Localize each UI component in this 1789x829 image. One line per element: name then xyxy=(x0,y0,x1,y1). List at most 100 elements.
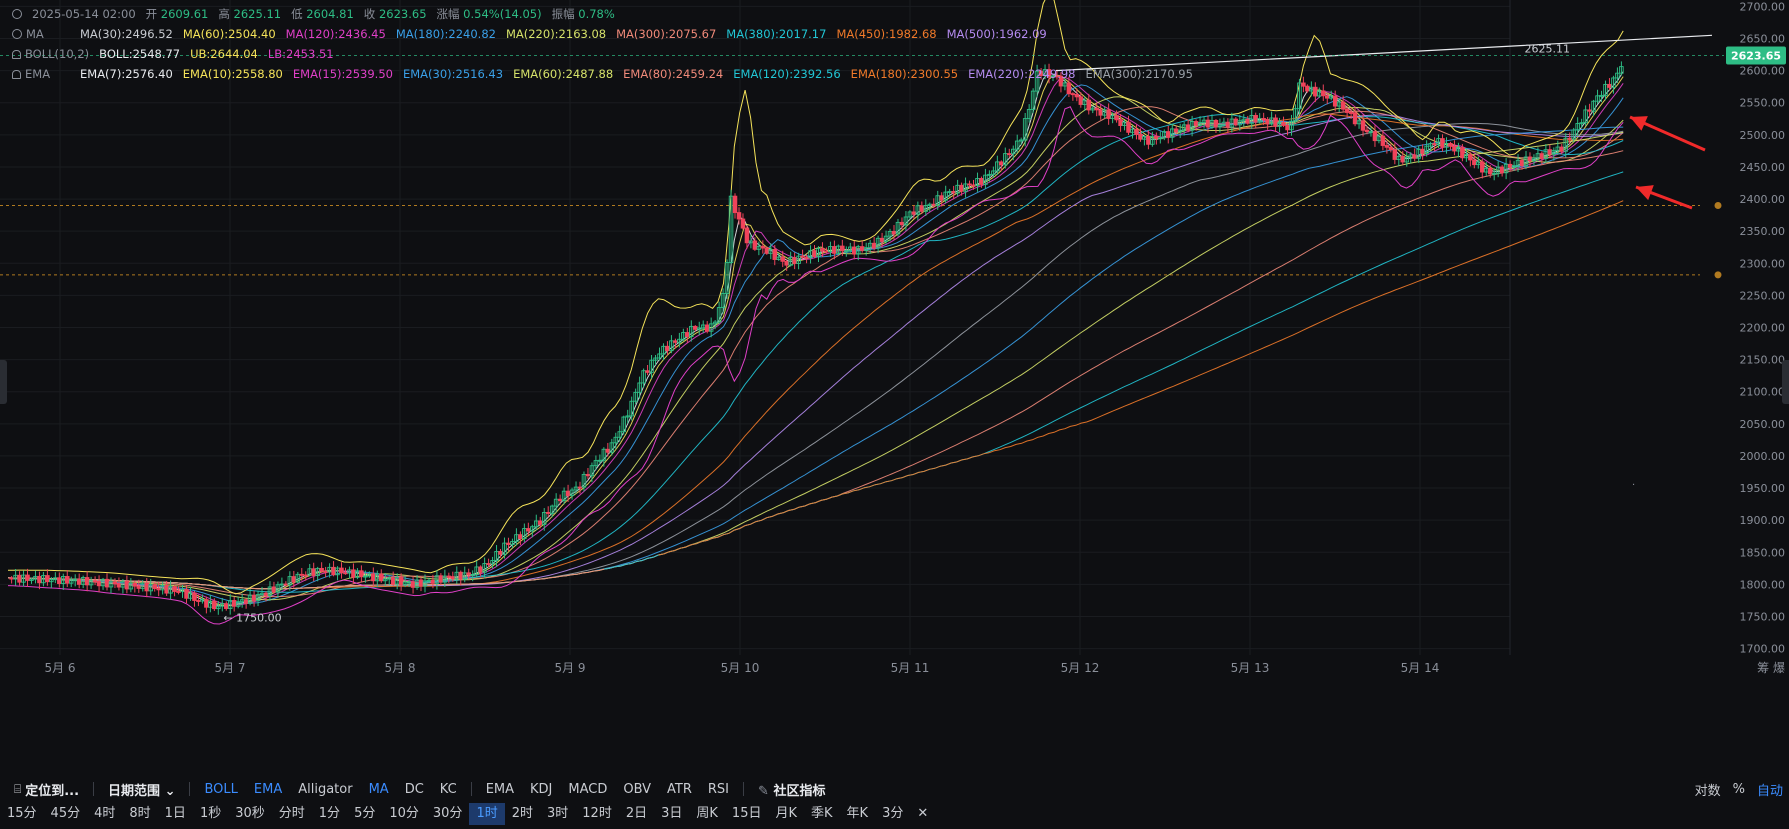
chart-area[interactable]: 1700.00 1750.00 1800.00 1850.00 1900.00 1950.… xyxy=(0,0,1789,825)
candle-body xyxy=(999,161,1004,166)
left-scroll-handle[interactable] xyxy=(0,360,7,404)
indicator-ema[interactable]: EMA xyxy=(246,782,290,797)
candle-body xyxy=(577,486,583,489)
community-indicators-button[interactable]: ✎ 社区指标 xyxy=(750,780,833,799)
candle-body xyxy=(764,247,770,254)
price-level-marker xyxy=(1714,201,1722,209)
candle-body xyxy=(740,218,746,229)
timeframe-23[interactable]: 3分 xyxy=(875,803,910,825)
indicator-line xyxy=(7,150,1624,590)
candle-body xyxy=(780,256,785,262)
timeframe-10[interactable]: 10分 xyxy=(382,803,426,825)
timeframe-20[interactable]: 月K xyxy=(768,803,804,825)
timeframe-2[interactable]: 4时 xyxy=(87,803,122,825)
y-tick-label: 2100.00 xyxy=(1740,386,1786,399)
timeframe-11[interactable]: 30分 xyxy=(426,803,470,825)
timeframe-7[interactable]: 分时 xyxy=(272,803,312,825)
timeframe-12[interactable]: 1时 xyxy=(469,803,505,825)
timeframe-18[interactable]: 周K xyxy=(689,803,725,825)
timeframe-16[interactable]: 2日 xyxy=(619,803,654,825)
close-icon[interactable]: ✕ xyxy=(910,803,935,825)
indicator-alligator[interactable]: Alligator xyxy=(290,782,360,797)
auto-scale-toggle[interactable]: 自动 xyxy=(1757,780,1783,799)
price-chart[interactable]: 1700.00 1750.00 1800.00 1850.00 1900.00 1950.… xyxy=(0,0,1789,825)
candle-body xyxy=(538,520,543,525)
timeframe-14[interactable]: 3时 xyxy=(540,803,575,825)
timeframe-17[interactable]: 3日 xyxy=(654,803,689,825)
y-tick-label: 2150.00 xyxy=(1740,354,1786,367)
candle-body xyxy=(172,586,177,592)
sub-indicator-obv[interactable]: OBV xyxy=(615,782,659,797)
candle-body xyxy=(526,528,531,532)
candle-body xyxy=(1452,145,1457,152)
candle-body xyxy=(979,178,984,185)
candle-body xyxy=(223,603,229,609)
y-tick-label: 2300.00 xyxy=(1740,257,1786,270)
y-tick-label: 1900.00 xyxy=(1740,514,1786,527)
date-range-dropdown[interactable]: 日期范围 ⌄ xyxy=(100,780,183,799)
candle-body xyxy=(152,584,157,590)
candle-body xyxy=(1400,155,1406,163)
ma-tag[interactable]: MA xyxy=(26,24,44,44)
chevron-down-icon[interactable] xyxy=(12,9,22,19)
timeframe-8[interactable]: 1分 xyxy=(312,803,347,825)
sub-indicator-kdj[interactable]: KDJ xyxy=(522,782,560,797)
sub-indicator-rsi[interactable]: RSI xyxy=(700,782,737,797)
candle-body xyxy=(1380,135,1386,146)
chevron-down-icon[interactable] xyxy=(12,29,22,39)
log-scale-toggle[interactable]: 对数 xyxy=(1695,780,1721,799)
candle-body xyxy=(824,250,829,253)
timeframe-4[interactable]: 1日 xyxy=(158,803,193,825)
timeframe-9[interactable]: 5分 xyxy=(347,803,382,825)
indicator-line xyxy=(658,200,1624,556)
timeframe-1[interactable]: 45分 xyxy=(44,803,88,825)
bell-icon[interactable] xyxy=(12,49,21,59)
candle-body xyxy=(792,257,797,264)
timeframe-3[interactable]: 8时 xyxy=(122,803,157,825)
x-tick-label: 5月 10 xyxy=(721,661,760,675)
timeframe-5[interactable]: 1秒 xyxy=(193,803,228,825)
candle-body xyxy=(251,594,257,602)
timeframe-19[interactable]: 15日 xyxy=(725,803,769,825)
last-price-value: 2623.65 xyxy=(1731,49,1781,62)
candle-body xyxy=(1078,96,1084,105)
candle-body xyxy=(832,246,837,254)
locate-label: 定位到... xyxy=(25,783,80,799)
percent-scale-toggle[interactable]: % xyxy=(1733,782,1745,797)
candle-body xyxy=(732,195,738,214)
indicator-kc[interactable]: KC xyxy=(432,782,465,797)
ma-value-5: MA(300):2075.67 xyxy=(616,27,717,41)
boll-tag[interactable]: BOLL(10,2) xyxy=(25,44,89,64)
candle-body xyxy=(498,550,503,555)
y-tick-label: 2700.00 xyxy=(1740,0,1786,13)
candle-body xyxy=(132,582,138,587)
timeframe-0[interactable]: 15分 xyxy=(0,803,44,825)
sub-indicator-ema[interactable]: EMA xyxy=(478,782,522,797)
indicator-boll[interactable]: BOLL xyxy=(196,782,245,797)
candle-body xyxy=(1070,93,1076,96)
timeframe-13[interactable]: 2时 xyxy=(505,803,540,825)
candle-body xyxy=(1384,145,1390,148)
ema-value-4: EMA(60):2487.88 xyxy=(513,67,614,81)
locate-button[interactable]: ⌸ 定位到... xyxy=(0,780,87,799)
candle-body xyxy=(1332,95,1338,107)
candle-body xyxy=(466,572,471,576)
candle-body xyxy=(585,473,591,477)
bell-icon[interactable] xyxy=(12,69,21,79)
right-scroll-handle[interactable] xyxy=(1782,360,1789,404)
candle-body xyxy=(116,583,122,588)
indicator-ma[interactable]: MA xyxy=(361,782,397,797)
candle-body xyxy=(1185,124,1191,131)
candle-body xyxy=(911,211,917,215)
timeframe-21[interactable]: 季K xyxy=(804,803,840,825)
timeframe-6[interactable]: 30秒 xyxy=(228,803,272,825)
timeframe-22[interactable]: 年K xyxy=(840,803,876,825)
ema-tag[interactable]: EMA xyxy=(25,64,50,84)
timeframe-15[interactable]: 12时 xyxy=(575,803,619,825)
ema-value-3: EMA(30):2516.43 xyxy=(402,67,504,81)
sub-indicator-macd[interactable]: MACD xyxy=(560,782,615,797)
candle-body xyxy=(1086,99,1092,111)
sub-indicator-atr[interactable]: ATR xyxy=(659,782,700,797)
indicator-dc[interactable]: DC xyxy=(397,782,432,797)
candle-body xyxy=(144,582,150,592)
